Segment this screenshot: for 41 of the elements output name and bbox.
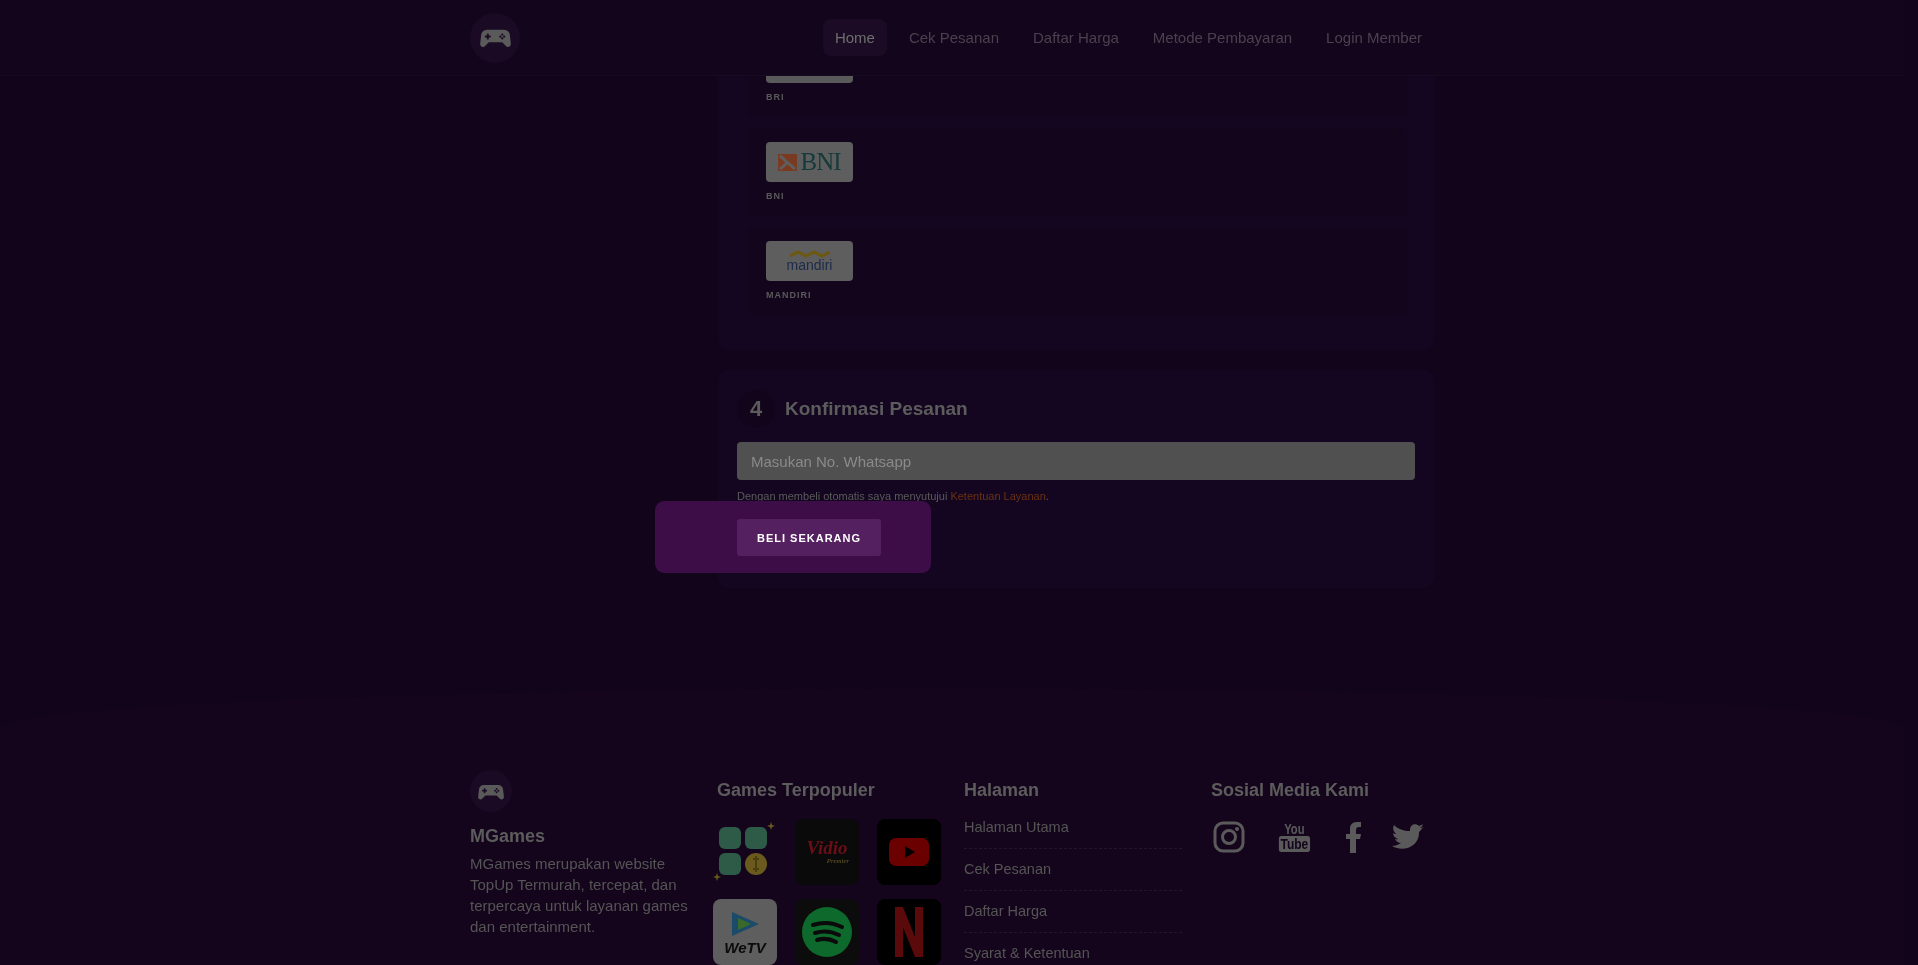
nav-link[interactable]: Daftar Harga (1021, 19, 1131, 56)
footer-link[interactable]: Cek Pesanan (964, 849, 1182, 891)
nav-link[interactable]: Metode Pembayaran (1140, 19, 1305, 56)
column-heading: Sosial Media Kami (1211, 780, 1371, 801)
nav-link[interactable]: Cek Pesanan (896, 19, 1011, 56)
spotify-app-icon[interactable] (795, 899, 859, 965)
wetv-app-icon[interactable]: WeTV (713, 899, 777, 965)
whatsapp-input[interactable]: Masukan No. Whatsapp (737, 442, 1415, 480)
payment-card[interactable]: BNI BNI (747, 128, 1407, 217)
nav-link[interactable]: Login Member (1314, 19, 1434, 56)
bank-logo: BNI (766, 142, 853, 182)
footer-link[interactable]: Halaman Utama (964, 819, 1182, 849)
facebook-icon[interactable] (1343, 821, 1362, 853)
brand-description: MGames merupakan website TopUp Termurah, tercepat, dan terpercaya untuk layanan games dan entertainment. (470, 854, 689, 937)
logo-badge[interactable] (470, 770, 512, 812)
twitter-icon[interactable] (1391, 824, 1424, 850)
letter-mark-icon (895, 907, 923, 957)
play-icon (889, 838, 929, 866)
terms-link[interactable]: Ketentuan Layanan (950, 490, 1046, 502)
logo-badge[interactable] (470, 12, 520, 63)
brand-name: MGames (470, 826, 547, 847)
section-title: Konfirmasi Pesanan (785, 398, 968, 420)
column-heading: Games Terpopuler (717, 780, 876, 801)
bank-label: MANDIRI (766, 290, 813, 300)
instagram-icon[interactable] (1213, 821, 1245, 853)
wave-icon (789, 250, 830, 258)
terms-text: Dengan membeli otomatis saya menyutujui Ketentuan Layanan. (737, 490, 1050, 502)
buy-now-button[interactable]: BELI SEKARANG (737, 519, 882, 556)
youtube-app-icon[interactable] (877, 819, 941, 885)
footer-link[interactable]: Syarat & Ketentuan (964, 933, 1182, 965)
nav-link[interactable]: Home (822, 19, 887, 56)
payment-card[interactable]: mandiri MANDIRI (747, 227, 1407, 316)
bank-logo: mandiri (766, 241, 853, 281)
footer-link[interactable]: Daftar Harga (964, 891, 1182, 933)
bank-label: BNI (766, 191, 786, 201)
bank-label: BRI (766, 92, 786, 102)
step-number: 4 (737, 390, 775, 428)
payment-card[interactable]: BRI (747, 76, 1407, 118)
column-heading: Halaman (964, 780, 1041, 801)
bank-emblem-icon (778, 153, 798, 171)
sound-waves-icon (802, 907, 852, 957)
